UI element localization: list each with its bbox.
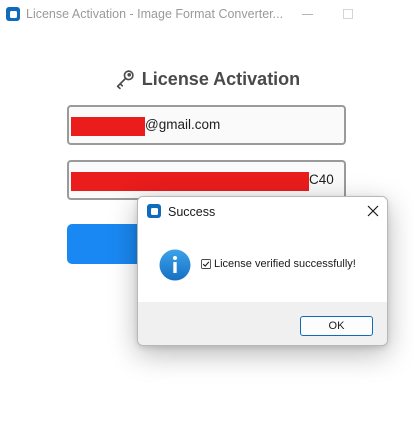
dialog-body: License verified successfully! xyxy=(138,225,387,302)
page-heading: License Activation xyxy=(0,66,414,92)
dialog-title-bar: Success xyxy=(138,197,387,225)
ok-button[interactable]: OK xyxy=(300,316,373,336)
dialog-message: License verified successfully! xyxy=(201,258,356,270)
success-dialog: Success License verified successfully! O… xyxy=(137,196,388,346)
dialog-close-button[interactable] xyxy=(360,199,386,223)
close-window-button[interactable] xyxy=(368,0,414,30)
app-icon xyxy=(6,7,20,21)
dialog-title: Success xyxy=(168,205,216,219)
dialog-message-text: License verified successfully! xyxy=(214,258,356,270)
page-title: License Activation xyxy=(141,68,301,89)
key-icon xyxy=(116,70,134,90)
minimize-icon xyxy=(302,14,313,15)
license-key-value: C40 xyxy=(309,172,334,187)
email-field[interactable]: @gmail.com xyxy=(67,105,346,145)
redaction-box xyxy=(71,117,145,136)
maximize-icon xyxy=(343,9,353,19)
window-title: License Activation - Image Format Conver… xyxy=(26,7,284,21)
redaction-box xyxy=(71,172,309,191)
check-icon xyxy=(201,259,211,269)
dialog-footer: OK xyxy=(138,302,387,345)
license-key-field[interactable]: C40 xyxy=(67,160,346,200)
email-value: @gmail.com xyxy=(145,117,221,132)
maximize-button[interactable] xyxy=(328,0,368,30)
title-bar: License Activation - Image Format Conver… xyxy=(0,0,414,30)
info-icon xyxy=(159,249,191,281)
close-icon xyxy=(367,205,379,217)
minimize-button[interactable] xyxy=(288,0,328,30)
license-activation-window: License Activation - Image Format Conver… xyxy=(0,0,414,448)
app-icon xyxy=(147,204,161,218)
